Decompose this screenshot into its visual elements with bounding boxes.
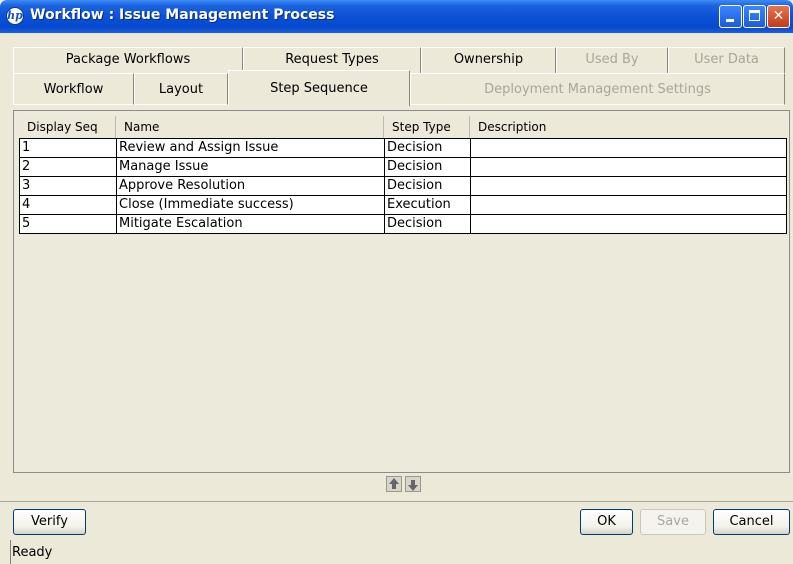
cell-seq: 2 <box>19 157 116 176</box>
window-title: Workflow : Issue Management Process <box>30 7 335 23</box>
tab-used-by: Used By <box>556 47 668 73</box>
maximize-icon <box>749 10 760 21</box>
cell-description <box>470 157 787 176</box>
cell-name: Mitigate Escalation <box>116 214 384 234</box>
cell-description <box>470 176 787 195</box>
cell-step-type: Decision <box>384 214 470 234</box>
tab-layout[interactable]: Layout <box>134 73 228 105</box>
cell-description <box>470 138 787 157</box>
verify-button[interactable]: Verify <box>13 509 86 535</box>
cell-seq: 1 <box>19 138 116 157</box>
move-up-button[interactable] <box>386 476 402 492</box>
divider <box>0 501 793 502</box>
cell-seq: 3 <box>19 176 116 195</box>
tab-step-sequence[interactable]: Step Sequence <box>228 70 410 106</box>
cell-seq: 5 <box>19 214 116 234</box>
cell-name: Review and Assign Issue <box>116 138 384 157</box>
cell-name: Manage Issue <box>116 157 384 176</box>
table-row[interactable]: 3 Approve Resolution Decision <box>19 176 787 195</box>
arrow-down-icon <box>408 480 418 491</box>
status-divider <box>10 540 11 564</box>
cell-seq: 4 <box>19 195 116 214</box>
table-header: Display Seq Name Step Type Description <box>19 116 787 138</box>
cancel-button[interactable]: Cancel <box>713 509 790 535</box>
column-header-name[interactable]: Name <box>116 116 384 138</box>
table-row[interactable]: 5 Mitigate Escalation Decision <box>19 214 787 234</box>
status-text: Ready <box>12 545 53 560</box>
cell-step-type: Decision <box>384 157 470 176</box>
cell-description <box>470 195 787 214</box>
cell-name: Close (Immediate success) <box>116 195 384 214</box>
step-sequence-panel: Display Seq Name Step Type Description 1… <box>13 110 790 473</box>
cell-step-type: Decision <box>384 138 470 157</box>
tab-package-workflows[interactable]: Package Workflows <box>13 47 243 73</box>
tab-ownership[interactable]: Ownership <box>421 47 556 73</box>
cell-name: Approve Resolution <box>116 176 384 195</box>
move-down-button[interactable] <box>405 476 421 492</box>
column-header-description[interactable]: Description <box>470 116 787 138</box>
title-bar[interactable]: hp Workflow : Issue Management Process ✕ <box>0 0 793 33</box>
tab-user-data: User Data <box>668 47 785 73</box>
table-row[interactable]: 2 Manage Issue Decision <box>19 157 787 176</box>
close-button[interactable]: ✕ <box>767 5 790 28</box>
table-row[interactable]: 4 Close (Immediate success) Execution <box>19 195 787 214</box>
close-icon: ✕ <box>772 8 785 24</box>
cell-step-type: Execution <box>384 195 470 214</box>
save-button: Save <box>640 509 706 535</box>
cell-description <box>470 214 787 234</box>
tab-deployment-management-settings: Deployment Management Settings <box>410 73 785 105</box>
arrow-up-icon <box>389 478 399 489</box>
minimize-button[interactable] <box>719 5 742 28</box>
ok-button[interactable]: OK <box>580 509 633 535</box>
maximize-button[interactable] <box>743 5 766 28</box>
hp-logo-icon: hp <box>6 7 24 25</box>
column-header-step-type[interactable]: Step Type <box>384 116 470 138</box>
minimize-icon <box>726 19 734 22</box>
tab-workflow[interactable]: Workflow <box>13 73 134 105</box>
table-row[interactable]: 1 Review and Assign Issue Decision <box>19 138 787 157</box>
column-header-display-seq[interactable]: Display Seq <box>19 116 116 138</box>
cell-step-type: Decision <box>384 176 470 195</box>
